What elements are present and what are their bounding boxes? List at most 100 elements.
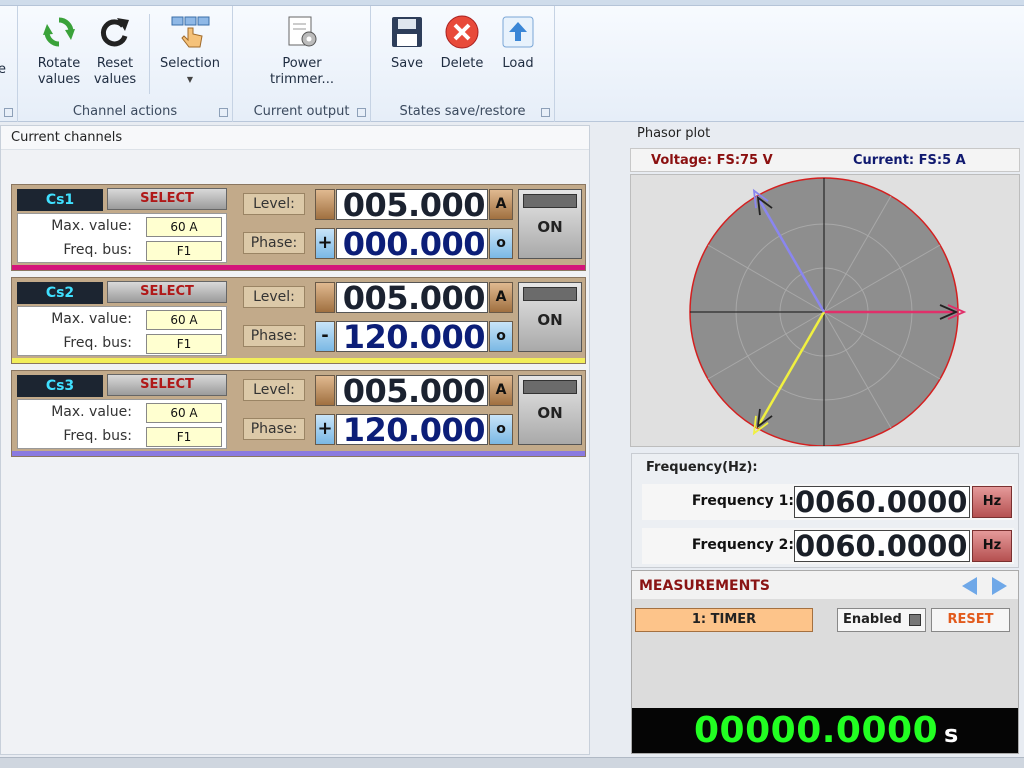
partial-button[interactable]: e	[0, 62, 6, 78]
max-value-label: Max. value:	[51, 311, 132, 327]
phasor-plot-title: Phasor plot	[637, 126, 711, 141]
floppy-disk-icon	[387, 12, 427, 52]
phase-display[interactable]: 120.000	[336, 414, 488, 446]
frequency-row-2: Frequency 2: 0060.0000 Hz	[642, 528, 1014, 564]
frequency-panel: Frequency(Hz): Frequency 1: 0060.0000 Hz…	[631, 453, 1019, 568]
phase-sign-button[interactable]: +	[315, 228, 335, 259]
freq-bus-field[interactable]: F1	[146, 241, 222, 261]
level-display[interactable]: 005.000	[336, 375, 488, 407]
dropdown-arrow-icon: ▼	[186, 75, 194, 84]
save-button[interactable]: Save	[385, 12, 429, 72]
level-sign-button[interactable]	[315, 375, 335, 406]
ribbon-group-current-output: Power trimmer... Current output	[233, 6, 371, 122]
delete-label: Delete	[440, 56, 484, 71]
channel-select-button[interactable]: SELECT	[107, 188, 227, 210]
partial-group-launcher[interactable]	[4, 108, 13, 117]
freq-bus-label: Freq. bus:	[63, 428, 132, 444]
frequency-1-label: Frequency 1:	[691, 493, 794, 509]
load-label: Load	[502, 56, 534, 71]
previous-arrow-icon[interactable]	[962, 577, 977, 595]
selection-button[interactable]: Selection ▼	[158, 12, 222, 88]
on-button-label: ON	[537, 404, 563, 422]
frequency-2-label: Frequency 2:	[691, 537, 794, 553]
channel-on-button[interactable]: ON	[518, 189, 582, 259]
channel-name: Cs3	[17, 375, 103, 397]
current-channels-title: Current channels	[1, 126, 589, 150]
level-display[interactable]: 005.000	[336, 282, 488, 314]
power-trimmer-button[interactable]: Power trimmer...	[263, 12, 341, 88]
max-value-field[interactable]: 60 A	[146, 310, 222, 330]
phase-sign-button[interactable]: -	[315, 321, 335, 352]
enabled-checkbox[interactable]	[909, 614, 921, 626]
save-label: Save	[391, 56, 423, 71]
level-sign-button[interactable]	[315, 189, 335, 220]
channel-select-button[interactable]: SELECT	[107, 374, 227, 396]
max-value-field[interactable]: 60 A	[146, 217, 222, 237]
frequency-1-display[interactable]: 0060.0000	[794, 486, 970, 518]
status-bar	[0, 757, 1024, 768]
channel-select-button[interactable]: SELECT	[107, 281, 227, 303]
level-sign-button[interactable]	[315, 282, 335, 313]
channel-actions-launcher[interactable]	[219, 108, 228, 117]
frequency-2-display[interactable]: 0060.0000	[794, 530, 970, 562]
frequency-row-1: Frequency 1: 0060.0000 Hz	[642, 484, 1014, 520]
level-unit: A	[489, 189, 513, 220]
on-button-label: ON	[537, 218, 563, 236]
states-group-label: States save/restore	[399, 104, 526, 119]
voltage-scale-label: Voltage: FS:75 V	[651, 153, 773, 168]
channel-on-button[interactable]: ON	[518, 282, 582, 352]
phase-unit: o	[489, 414, 513, 445]
max-value-label: Max. value:	[51, 404, 132, 420]
redo-icon	[95, 12, 135, 52]
measurement-reset-button[interactable]: RESET	[931, 608, 1010, 632]
channel-color-bar	[12, 451, 585, 456]
rotate-values-label: Rotate values	[37, 56, 81, 87]
phase-display[interactable]: 120.000	[336, 321, 488, 353]
timer-value: 00000.0000	[694, 710, 939, 751]
phase-tag: Phase:	[243, 325, 305, 347]
channel-color-bar	[12, 265, 585, 270]
phase-unit: o	[489, 321, 513, 352]
max-value-field[interactable]: 60 A	[146, 403, 222, 423]
channel-name: Cs1	[17, 189, 103, 211]
timer-selector[interactable]: 1: TIMER	[635, 608, 813, 632]
selection-label: Selection	[160, 56, 220, 71]
channel-on-button[interactable]: ON	[518, 375, 582, 445]
current-channels-panel: Current channels Cs1 SELECT Max. value: …	[0, 125, 590, 755]
freq-bus-field[interactable]: F1	[146, 334, 222, 354]
on-button-label: ON	[537, 311, 563, 329]
next-arrow-icon[interactable]	[992, 577, 1007, 595]
frequency-2-unit: Hz	[972, 530, 1012, 562]
channel-info-box: Max. value: 60 A Freq. bus: F1	[17, 399, 227, 449]
timer-display: 00000.0000 s	[632, 708, 1018, 753]
current-output-launcher[interactable]	[357, 108, 366, 117]
measurements-panel: MEASUREMENTS 1: TIMER Enabled RESET 0000…	[631, 570, 1019, 754]
channel-color-bar	[12, 358, 585, 363]
current-scale-label: Current: FS:5 A	[853, 153, 966, 168]
delete-button[interactable]: Delete	[437, 12, 487, 72]
selection-hand-icon	[170, 12, 210, 52]
states-launcher[interactable]	[541, 108, 550, 117]
timer-unit: s	[944, 720, 959, 748]
on-indicator-led	[523, 287, 577, 301]
on-indicator-led	[523, 194, 577, 208]
measurements-title: MEASUREMENTS	[639, 578, 770, 594]
channel-cs2: Cs2 SELECT Max. value: 60 A Freq. bus: F…	[11, 277, 586, 364]
max-value-label: Max. value:	[51, 218, 132, 234]
phasor-plot-area	[630, 174, 1020, 447]
level-display[interactable]: 005.000	[336, 189, 488, 221]
channel-name: Cs2	[17, 282, 103, 304]
phase-tag: Phase:	[243, 418, 305, 440]
phase-sign-button[interactable]: +	[315, 414, 335, 445]
channel-actions-group-label: Channel actions	[72, 104, 178, 119]
reset-values-button[interactable]: Reset values	[90, 12, 140, 88]
current-output-group-label: Current output	[253, 104, 350, 119]
freq-bus-label: Freq. bus:	[63, 242, 132, 258]
phase-display[interactable]: 000.000	[336, 228, 488, 260]
load-button[interactable]: Load	[495, 12, 541, 72]
reset-values-label: Reset values	[93, 56, 137, 87]
enabled-toggle[interactable]: Enabled	[837, 608, 926, 632]
freq-bus-field[interactable]: F1	[146, 427, 222, 447]
on-indicator-led	[523, 380, 577, 394]
rotate-values-button[interactable]: Rotate values	[34, 12, 84, 88]
